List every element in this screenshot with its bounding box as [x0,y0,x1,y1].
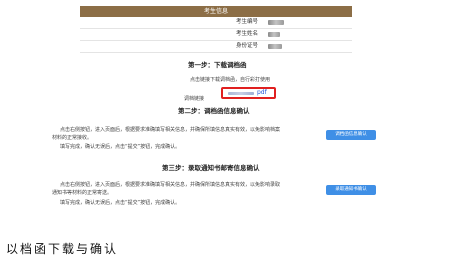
info-row-exam-number: 考生编号 [80,17,352,29]
step2-title: 第二步：调档函信息确认 [178,107,250,115]
step1-title: 第一步：下载调档函 [188,61,247,69]
redacted-value [268,20,284,25]
redacted-link-text[interactable] [228,92,254,95]
redacted-value [268,44,282,49]
info-row-name: 考生姓名 [80,29,352,41]
confirm-admission-notice-button[interactable]: 录取通知书确认 [326,185,376,195]
bottom-caption: 以档函下载与确认 [6,242,119,256]
step3-title: 第三步：录取通知书邮寄信息确认 [162,164,260,172]
confirm-transfer-letter-button[interactable]: 调档函信息确认 [326,130,376,140]
info-label: 考生编号 [235,19,258,25]
info-label: 身份证号 [235,43,258,49]
step2-line1: 点击右侧按钮，进入页面后，根据要求准确填写相关信息，并确保所填信息真实有效，以免… [60,127,281,133]
step3-line3: 填写完成，确认无误后，点击“提交”按钮，完成确认。 [60,200,181,206]
step2-line2: 材料的正常接收。 [52,135,93,141]
step3-line1: 点击右侧按钮，进入页面后，根据要求准确填写相关信息，并确保所填信息真实有效，以免… [60,182,281,188]
redacted-value [268,32,280,37]
step1-instruction: 点击链接下载调档函，自行彩打使用 [190,77,271,83]
download-link[interactable]: pdf [257,89,267,96]
step2-line3: 填写完成，确认无误后，点击“提交”按钮，完成确认。 [60,144,181,150]
info-row-id-number: 身份证号 [80,41,352,53]
info-label: 考生姓名 [235,31,258,37]
download-link-label: 调档链接 [184,96,205,102]
step3-line2: 通知书等材料的正常寄送。 [52,190,113,196]
panel-title: 考生信息 [80,6,352,17]
